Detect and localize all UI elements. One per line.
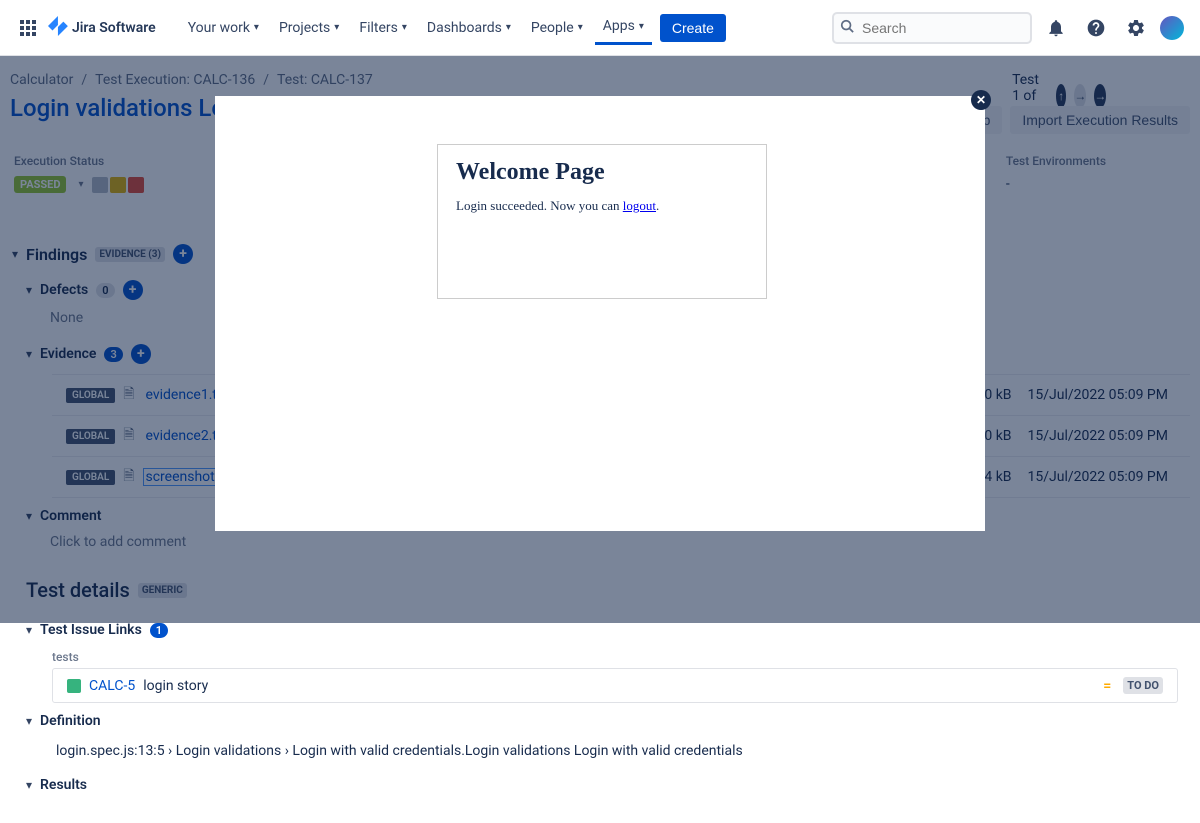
search-icon xyxy=(840,19,854,37)
link-actions: = TO DO xyxy=(1103,677,1163,694)
close-icon[interactable]: ✕ xyxy=(971,90,991,110)
avatar[interactable] xyxy=(1160,16,1184,40)
search-input[interactable] xyxy=(832,12,1032,44)
definition-header[interactable]: ▾ Definition xyxy=(24,707,1190,735)
app-switcher-icon[interactable] xyxy=(16,16,40,40)
notifications-icon[interactable] xyxy=(1040,12,1072,44)
topnav-right xyxy=(832,12,1184,44)
nav-apps[interactable]: Apps▾ xyxy=(595,10,652,45)
modal-text: Login succeeded. Now you can logout. xyxy=(456,198,748,214)
logo[interactable]: Jira Software xyxy=(48,16,156,40)
issue-links-subsection: ▾ Test Issue Links 1 tests CALC-5 login … xyxy=(24,616,1190,703)
definition-title: Definition xyxy=(40,713,101,729)
logout-link[interactable]: logout xyxy=(623,198,656,213)
definition-subsection: ▾ Definition login.spec.js:13:5 › Login … xyxy=(24,707,1190,767)
nav-items: Your work▾ Projects▾ Filters▾ Dashboards… xyxy=(180,10,652,45)
nav-your-work[interactable]: Your work▾ xyxy=(180,10,267,45)
modal-title: Welcome Page xyxy=(456,159,748,186)
create-button[interactable]: Create xyxy=(660,14,726,42)
settings-icon[interactable] xyxy=(1120,12,1152,44)
definition-text: login.spec.js:13:5 › Login validations ›… xyxy=(24,735,1190,767)
nav-dashboards[interactable]: Dashboards▾ xyxy=(419,10,519,45)
top-nav: Jira Software Your work▾ Projects▾ Filte… xyxy=(0,0,1200,56)
topnav-left: Jira Software Your work▾ Projects▾ Filte… xyxy=(16,10,726,45)
results-subsection: ▾ Results xyxy=(24,771,1190,799)
chevron-down-icon: ▾ xyxy=(26,714,32,728)
status-lozenge: TO DO xyxy=(1123,677,1163,694)
tests-label: tests xyxy=(52,650,1190,664)
nav-people[interactable]: People▾ xyxy=(523,10,591,45)
priority-icon: = xyxy=(1103,678,1111,694)
link-summary: login story xyxy=(143,678,208,694)
story-icon xyxy=(67,679,81,693)
logo-text: Jira Software xyxy=(72,20,156,36)
link-key[interactable]: CALC-5 xyxy=(89,678,135,694)
issue-links-title: Test Issue Links xyxy=(40,622,142,638)
results-title: Results xyxy=(40,777,87,793)
search-box xyxy=(832,12,1032,44)
chevron-down-icon: ▾ xyxy=(26,623,32,637)
nav-projects[interactable]: Projects▾ xyxy=(271,10,347,45)
modal: ✕ Welcome Page Login succeeded. Now you … xyxy=(215,96,985,531)
link-row[interactable]: CALC-5 login story = TO DO xyxy=(52,668,1178,703)
modal-content: Welcome Page Login succeeded. Now you ca… xyxy=(437,144,767,299)
nav-filters[interactable]: Filters▾ xyxy=(351,10,415,45)
jira-icon xyxy=(48,16,68,40)
chevron-down-icon: ▾ xyxy=(26,778,32,792)
help-icon[interactable] xyxy=(1080,12,1112,44)
results-header[interactable]: ▾ Results xyxy=(24,771,1190,799)
issue-links-count: 1 xyxy=(150,623,168,638)
modal-overlay[interactable]: ✕ Welcome Page Login succeeded. Now you … xyxy=(0,56,1200,623)
